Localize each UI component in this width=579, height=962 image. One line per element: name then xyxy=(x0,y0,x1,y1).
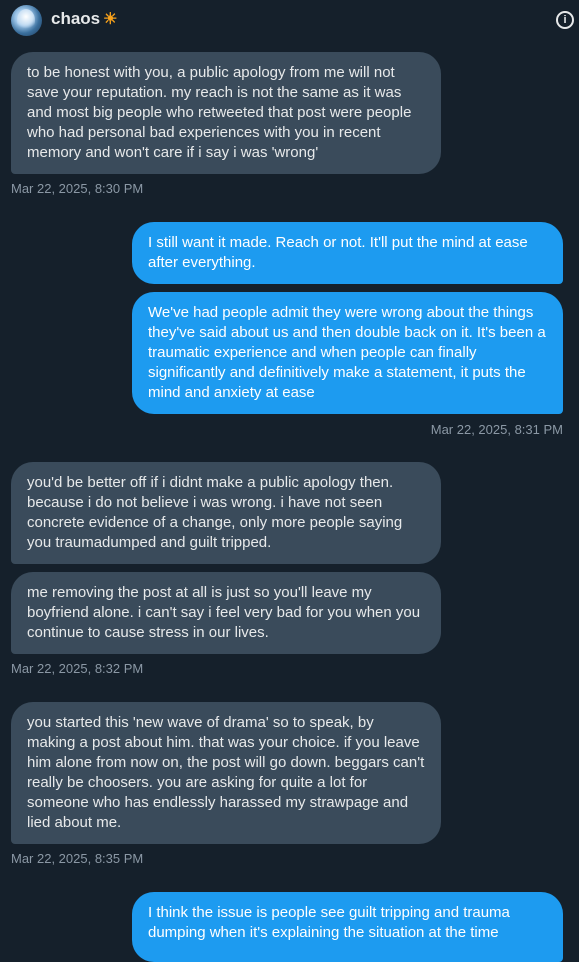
message-text: to be honest with you, a public apology … xyxy=(27,64,412,161)
contact-name: chaos xyxy=(51,9,101,28)
message-text: I still want it made. Reach or not. It'l… xyxy=(148,234,528,271)
message-sent[interactable]: We've had people admit they were wrong a… xyxy=(132,292,563,414)
message-received[interactable]: me removing the post at all is just so y… xyxy=(11,572,441,654)
message-text: you started this 'new wave of drama' so … xyxy=(27,714,425,831)
message-timestamp: Mar 22, 2025, 8:32 PM xyxy=(11,661,144,676)
sun-emoji: ☀ xyxy=(103,11,118,28)
avatar[interactable] xyxy=(11,5,42,36)
message-text: you'd be better off if i didnt make a pu… xyxy=(27,474,403,551)
message-sent[interactable]: I still want it made. Reach or not. It'l… xyxy=(132,222,563,284)
message-text: I think the issue is people see guilt tr… xyxy=(148,904,510,941)
conversation-header: chaos ☀ i xyxy=(0,0,579,40)
info-icon[interactable]: i xyxy=(556,11,574,29)
conversation-title[interactable]: chaos ☀ xyxy=(51,9,117,29)
message-timestamp: Mar 22, 2025, 8:30 PM xyxy=(11,181,144,196)
message-received[interactable]: you started this 'new wave of drama' so … xyxy=(11,702,441,844)
message-timestamp: Mar 22, 2025, 8:31 PM xyxy=(430,422,563,437)
message-timestamp: Mar 22, 2025, 8:35 PM xyxy=(11,851,144,866)
message-received[interactable]: to be honest with you, a public apology … xyxy=(11,52,441,174)
message-received[interactable]: you'd be better off if i didnt make a pu… xyxy=(11,462,441,564)
message-text: me removing the post at all is just so y… xyxy=(27,584,421,641)
message-text: We've had people admit they were wrong a… xyxy=(148,304,546,401)
